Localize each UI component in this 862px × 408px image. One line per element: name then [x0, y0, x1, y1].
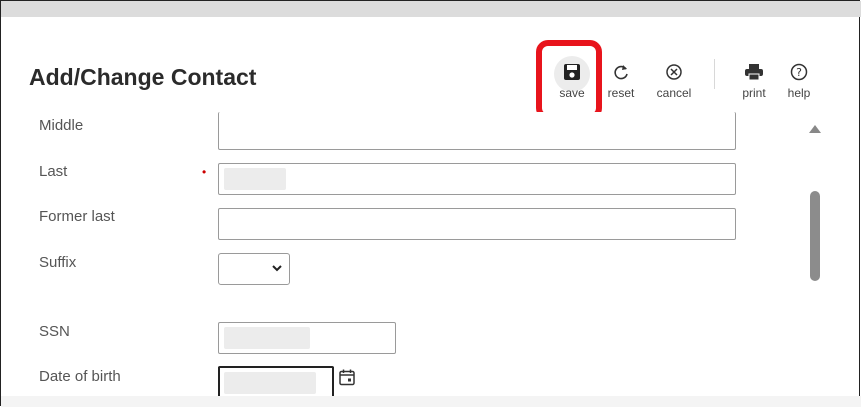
redacted-value [224, 327, 310, 349]
cancel-button[interactable]: cancel [651, 61, 697, 100]
suffix-label: Suffix [39, 254, 77, 271]
former-last-name-label: Former last [39, 208, 115, 225]
print-label: print [742, 86, 766, 100]
toolbar-divider [714, 59, 715, 89]
calendar-icon[interactable] [339, 369, 355, 386]
redacted-value [224, 168, 286, 190]
help-label: help [787, 86, 811, 100]
printer-icon [735, 61, 773, 83]
save-button-highlight [536, 40, 602, 120]
contact-dialog: Add/Change Contact save reset cancel pri… [0, 0, 861, 407]
date-of-birth-label: Date of birth [39, 368, 121, 385]
middle-name-label: Middle [39, 117, 84, 134]
ssn-input[interactable] [218, 322, 396, 354]
date-of-birth-input[interactable] [218, 366, 334, 398]
cancel-label: cancel [656, 86, 692, 100]
suffix-select[interactable] [218, 253, 290, 285]
ssn-label: SSN [39, 323, 70, 340]
svg-text:?: ? [796, 66, 802, 79]
scrollbar-thumb[interactable] [810, 191, 820, 281]
scroll-up-arrow[interactable] [809, 125, 821, 133]
print-button[interactable]: print [735, 61, 773, 100]
refresh-icon [603, 61, 639, 83]
chevron-down-icon [271, 262, 283, 277]
help-button[interactable]: ? help [783, 61, 815, 100]
former-last-name-input[interactable] [218, 208, 736, 240]
page-title: Add/Change Contact [29, 64, 257, 90]
reset-button[interactable]: reset [603, 61, 639, 100]
circle-x-icon [651, 61, 697, 83]
required-marker: • [202, 165, 207, 179]
middle-name-input[interactable] [218, 112, 736, 150]
question-circle-icon: ? [783, 61, 815, 83]
reset-label: reset [607, 86, 635, 100]
redacted-value [224, 372, 316, 394]
last-name-input[interactable] [218, 163, 736, 195]
last-name-label: Last [39, 163, 68, 180]
window-top-bar [1, 1, 861, 17]
bottom-edge [1, 396, 861, 407]
